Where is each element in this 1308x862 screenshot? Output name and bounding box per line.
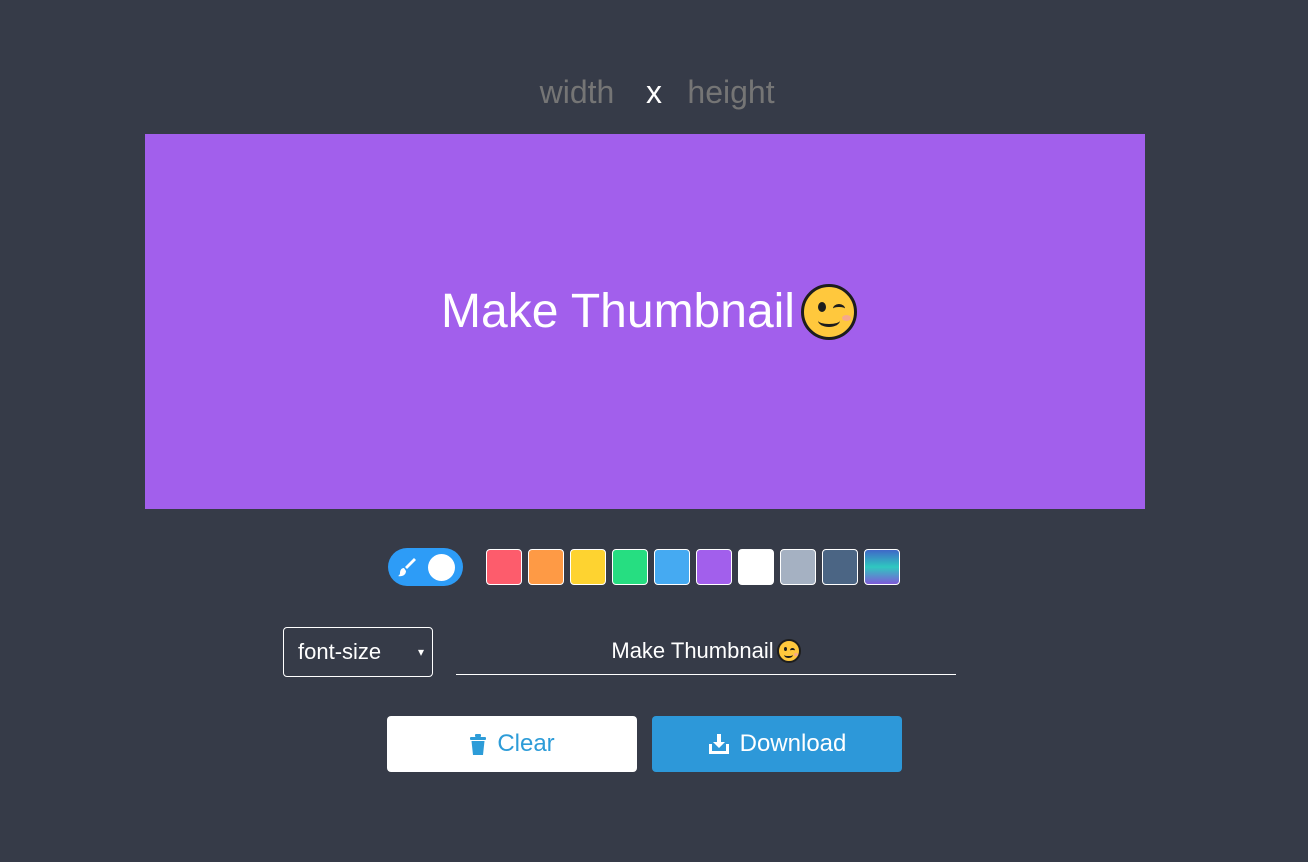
color-picker — [388, 547, 906, 587]
color-swatch-green[interactable] — [612, 549, 648, 585]
thumbnail-text: Make Thumbnail — [441, 283, 857, 340]
color-swatch-orange[interactable] — [528, 549, 564, 585]
font-size-select-label: font-size — [298, 639, 382, 664]
clear-button-label: Clear — [497, 730, 555, 757]
download-button[interactable]: Download — [652, 716, 902, 772]
brush-icon — [397, 556, 417, 583]
color-swatch-gradient[interactable] — [864, 549, 900, 585]
chevron-down-icon: ▾ — [417, 645, 424, 659]
toggle-knob — [428, 554, 455, 581]
size-separator: x — [646, 74, 662, 110]
width-input[interactable] — [532, 74, 622, 111]
swatch-list — [486, 549, 906, 585]
text-input-value: Make Thumbnail — [611, 637, 774, 663]
text-background-toggle[interactable] — [388, 548, 463, 586]
color-swatch-white[interactable] — [738, 549, 774, 585]
thumbnail-text-input[interactable]: Make Thumbnail — [456, 627, 956, 675]
thumbnail-canvas: Make Thumbnail — [145, 134, 1145, 509]
trash-icon — [469, 733, 487, 755]
winking-face-icon — [776, 638, 801, 663]
download-tray-icon — [708, 734, 730, 754]
winking-face-icon — [800, 283, 857, 340]
clear-button[interactable]: Clear — [387, 716, 637, 772]
thumbnail-text-label: Make Thumbnail — [441, 285, 795, 338]
color-swatch-gray[interactable] — [780, 549, 816, 585]
size-inputs: x — [0, 74, 1308, 111]
font-size-select[interactable]: font-size ▾ — [283, 627, 433, 677]
color-swatch-yellow[interactable] — [570, 549, 606, 585]
color-swatch-purple[interactable] — [696, 549, 732, 585]
color-swatch-blue[interactable] — [654, 549, 690, 585]
color-swatch-red[interactable] — [486, 549, 522, 585]
thumbnail-text-input-value: Make Thumbnail — [611, 637, 801, 664]
height-input[interactable] — [686, 74, 776, 111]
download-button-label: Download — [739, 730, 847, 757]
color-swatch-slate[interactable] — [822, 549, 858, 585]
